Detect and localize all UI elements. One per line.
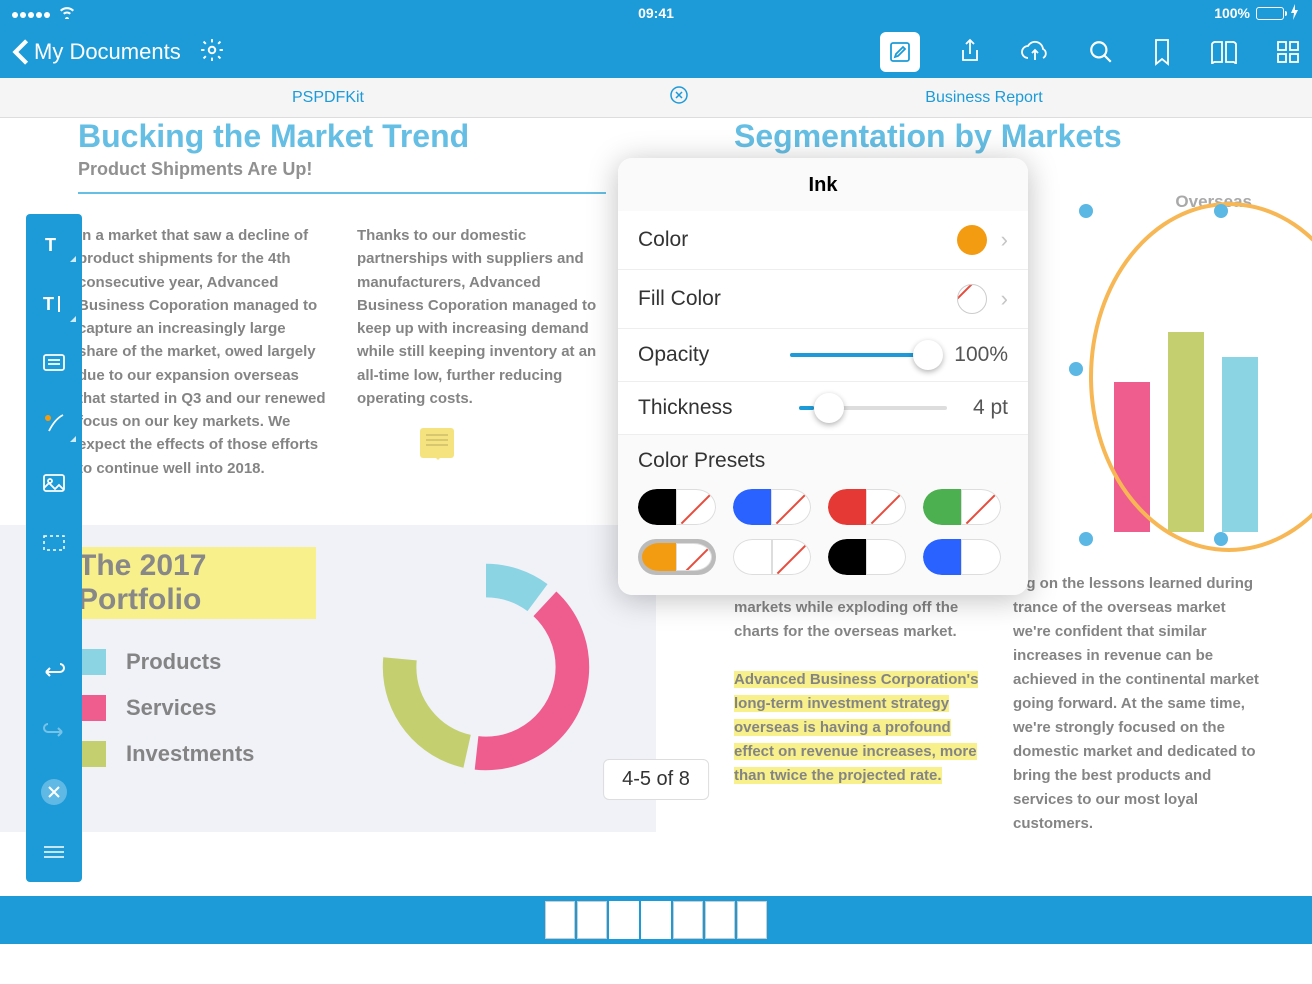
chevron-right-icon: › [1001, 227, 1008, 253]
status-bar: 09:41 100% [0, 0, 1312, 26]
battery-percent: 100% [1214, 5, 1250, 21]
page-thumbnail[interactable] [609, 901, 639, 939]
page-thumbnail[interactable] [577, 901, 607, 939]
cloud-button[interactable] [1020, 40, 1050, 64]
no-fill-swatch [957, 284, 987, 314]
text-highlight-tool[interactable]: T [26, 228, 82, 260]
ink-inspector-popover: Ink Color › Fill Color › Opacity 100% Th… [618, 158, 1028, 595]
annotate-button[interactable] [880, 32, 920, 72]
legend-item: Products [78, 649, 316, 675]
selection-handle[interactable] [1214, 204, 1228, 218]
wifi-icon [58, 5, 76, 22]
page-thumbnail[interactable] [737, 901, 767, 939]
color-preset[interactable] [923, 539, 1001, 575]
document-viewport[interactable]: Bucking the Market Trend Product Shipmen… [0, 118, 1312, 896]
svg-text:T: T [43, 294, 54, 314]
share-icon [958, 38, 982, 66]
charging-icon [1290, 4, 1300, 23]
selection-handle[interactable] [1079, 204, 1093, 218]
popover-title: Ink [618, 158, 1028, 211]
back-label: My Documents [34, 39, 181, 65]
chevron-right-icon: › [1001, 286, 1008, 312]
opacity-slider[interactable] [790, 353, 928, 357]
status-time: 09:41 [638, 5, 674, 21]
thickness-slider[interactable] [799, 406, 946, 410]
document-tabs: PSPDFKit Business Report [0, 78, 1312, 118]
legend-item: Services [78, 695, 316, 721]
thumbnails-button[interactable] [1276, 40, 1300, 64]
selection-handle[interactable] [1069, 362, 1083, 376]
color-row[interactable]: Color › [618, 211, 1028, 270]
color-preset[interactable] [733, 539, 811, 575]
image-tool[interactable] [26, 468, 82, 500]
page-subtitle: Product Shipments Are Up! [78, 159, 656, 180]
body-text: the domestic and continental markets whi… [734, 572, 983, 836]
highlighted-text: Advanced Business Corporation's long-ter… [734, 671, 978, 784]
close-tab-button[interactable] [670, 86, 688, 109]
grid-icon [1276, 40, 1300, 64]
body-text: ing on the lessons learned during trance… [1013, 572, 1262, 836]
page-thumbnail[interactable] [545, 901, 575, 939]
color-swatch [957, 225, 987, 255]
note-tool[interactable] [26, 348, 82, 380]
color-preset[interactable] [638, 489, 716, 525]
page-left: Bucking the Market Trend Product Shipmen… [0, 118, 656, 896]
note-annotation[interactable] [420, 428, 454, 458]
color-preset[interactable] [828, 489, 906, 525]
gear-icon [199, 37, 225, 63]
page-title: Bucking the Market Trend [78, 118, 656, 155]
bookmark-icon [1152, 38, 1172, 66]
color-preset[interactable] [733, 489, 811, 525]
battery-icon [1256, 7, 1284, 20]
back-button[interactable]: My Documents [12, 38, 181, 66]
undo-button[interactable] [26, 656, 82, 688]
search-button[interactable] [1088, 39, 1114, 65]
selection-tool[interactable] [26, 528, 82, 560]
edit-icon [888, 40, 912, 64]
thumbnail-scrubber[interactable] [0, 896, 1312, 944]
color-preset-selected[interactable] [638, 539, 716, 575]
free-text-tool[interactable]: T [26, 288, 82, 320]
tab-business-report[interactable]: Business Report [656, 78, 1312, 117]
color-preset[interactable] [828, 539, 906, 575]
close-toolbar-button[interactable] [26, 776, 82, 808]
search-icon [1088, 39, 1114, 65]
color-presets-grid [618, 483, 1028, 595]
body-text: In a market that saw a decline of produc… [78, 224, 327, 480]
bookmark-button[interactable] [1152, 38, 1172, 66]
annotation-toolbar: T T [26, 214, 82, 882]
opacity-row: Opacity 100% [618, 329, 1028, 382]
close-icon [670, 86, 688, 104]
body-text: Thanks to our domestic partnerships with… [357, 224, 606, 480]
outline-button[interactable] [1210, 40, 1238, 64]
page-title: Segmentation by Markets [734, 118, 1312, 155]
book-icon [1210, 40, 1238, 64]
redo-button[interactable] [26, 716, 82, 748]
settings-button[interactable] [199, 37, 225, 68]
ink-tool[interactable] [26, 408, 82, 440]
color-preset[interactable] [923, 489, 1001, 525]
section-title-highlighted: The 2017 Portfolio [78, 547, 316, 619]
drag-handle[interactable] [26, 836, 82, 868]
donut-chart [366, 547, 606, 787]
selection-handle[interactable] [1214, 532, 1228, 546]
share-button[interactable] [958, 38, 982, 66]
chevron-left-icon [12, 38, 30, 66]
svg-text:T: T [45, 235, 56, 255]
fill-color-row[interactable]: Fill Color › [618, 270, 1028, 329]
page-indicator: 4-5 of 8 [603, 759, 709, 800]
page-thumbnail[interactable] [673, 901, 703, 939]
thickness-row: Thickness 4 pt [618, 382, 1028, 435]
presets-title: Color Presets [618, 435, 1028, 483]
page-thumbnail[interactable] [641, 901, 671, 939]
tab-pspdfkit[interactable]: PSPDFKit [0, 78, 656, 117]
legend-item: Investments [78, 741, 316, 767]
signal-dots-icon [12, 5, 52, 21]
nav-bar: My Documents [0, 26, 1312, 78]
selection-handle[interactable] [1079, 532, 1093, 546]
cloud-upload-icon [1020, 40, 1050, 64]
page-thumbnail[interactable] [705, 901, 735, 939]
